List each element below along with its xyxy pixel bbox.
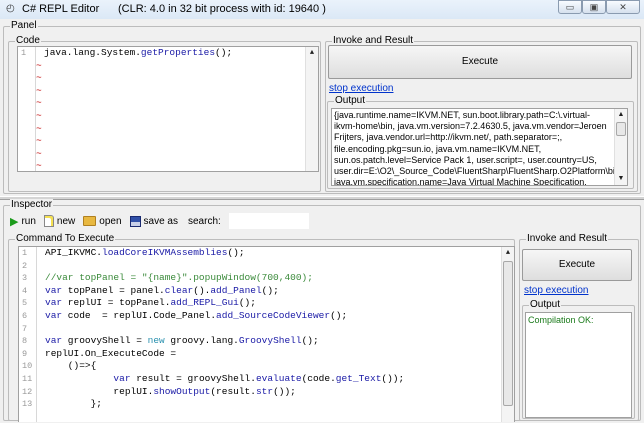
line-number: 9: [22, 348, 28, 359]
empty-line-marker: ~: [36, 59, 42, 71]
empty-line-marker: ~: [36, 147, 42, 159]
title-bar: ◴ C# REPL Editor (CLR: 4.0 in 32 bit pro…: [0, 0, 644, 19]
line-number: 1: [22, 248, 28, 258]
scroll-up-icon[interactable]: ▲: [502, 247, 514, 259]
output-text: Compilation OK:: [528, 315, 594, 325]
output-box[interactable]: Compilation OK:: [525, 312, 632, 418]
line-numbers: 1 2 3 4 5 6 7 8 9 10 11 12 13: [19, 247, 37, 422]
search-label: search:: [188, 215, 221, 227]
code-label: Code: [15, 35, 41, 46]
scroll-up-icon[interactable]: ▲: [306, 47, 318, 59]
line-number: 10: [22, 361, 33, 372]
play-icon: ▶: [10, 215, 19, 228]
code-scrollbar[interactable]: ▲: [305, 47, 318, 171]
code-line: var topPanel = panel.clear().add_Panel()…: [45, 284, 279, 296]
empty-line-marker: ~: [36, 97, 42, 109]
execute-button[interactable]: Execute: [328, 45, 632, 79]
code-line: var code = replUI.Code_Panel.add_SourceC…: [45, 309, 348, 321]
command-editor[interactable]: 1 2 3 4 5 6 7 8 9 10 11 12 13 API_IKVMC.loadCoreIKVM…: [18, 246, 515, 422]
search-input[interactable]: [228, 213, 309, 229]
save-as-label: save as: [143, 215, 178, 227]
window-subtitle: (CLR: 4.0 in 32 bit process with id: 196…: [118, 3, 326, 15]
line-number: 7: [22, 323, 28, 334]
inspector-label: Inspector: [10, 199, 54, 210]
line-numbers: 1: [18, 47, 36, 171]
new-label: new: [56, 215, 76, 227]
command-group: Command To Execute 1 2 3 4 5 6 7 8 9 10 11 12 13 API…: [8, 233, 515, 422]
save-icon: [129, 215, 141, 227]
inspector-toolbar: ▶ run new open save as search:: [10, 212, 309, 230]
maximize-button[interactable]: ▣: [582, 0, 606, 14]
open-button[interactable]: open: [83, 215, 122, 227]
empty-line-marker: ~: [36, 135, 42, 147]
open-label: open: [99, 215, 122, 227]
stop-execution-link[interactable]: stop execution: [329, 83, 394, 94]
code-line: java.lang.System.getProperties();: [44, 47, 233, 58]
empty-line-marker: ~: [36, 160, 42, 172]
invoke-result-label: Invoke and Result: [526, 233, 609, 244]
output-label: Output: [529, 299, 562, 310]
stop-execution-link[interactable]: stop execution: [524, 285, 589, 296]
empty-line-marker: ~: [36, 109, 42, 121]
code-line: var result = groovyShell.evaluate(code.g…: [113, 372, 405, 384]
minimize-button[interactable]: ▭: [558, 0, 582, 14]
line-number: 12: [22, 386, 33, 397]
line-number: 2: [22, 260, 28, 271]
output-scrollbar[interactable]: ▲ ▼: [614, 109, 627, 185]
scroll-down-icon[interactable]: ▼: [615, 173, 627, 185]
line-number: 1: [21, 48, 27, 58]
empty-line-marker: ~: [36, 72, 42, 84]
scroll-up-icon[interactable]: ▲: [615, 109, 627, 121]
line-number: 13: [22, 399, 33, 410]
code-group: Code 1 java.lang.System.getProperties();…: [8, 35, 321, 192]
scroll-thumb[interactable]: [616, 122, 626, 136]
save-as-button[interactable]: save as: [129, 215, 178, 227]
empty-line-marker: ~: [36, 84, 42, 96]
line-number: 5: [22, 298, 28, 309]
window-title: C# REPL Editor: [22, 3, 100, 15]
code-line: replUI.On_ExecuteCode =: [45, 347, 177, 359]
output-box[interactable]: {java.runtime.name=IKVM.NET, sun.boot.li…: [331, 108, 628, 186]
code-text[interactable]: java.lang.System.getProperties(); ~ ~ ~ ~ ~ ~ ~…: [36, 47, 304, 171]
code-line: var groovyShell = new groovy.lang.Groovy…: [45, 335, 319, 347]
close-button[interactable]: ✕: [606, 0, 640, 14]
panel-label: Panel: [10, 20, 38, 31]
app-icon: ◴: [6, 3, 15, 14]
line-number: 3: [22, 273, 28, 284]
folder-icon: [83, 216, 97, 226]
line-number: 8: [22, 336, 28, 347]
line-number: 4: [22, 285, 28, 296]
run-label: run: [21, 215, 36, 227]
code-text[interactable]: API_IKVMC.loadCoreIKVMAssemblies(); //var…: [45, 247, 500, 411]
code-line: API_IKVMC.loadCoreIKVMAssemblies();: [45, 247, 245, 258]
line-number: 6: [22, 310, 28, 321]
command-label: Command To Execute: [15, 233, 116, 244]
code-line: ()=>{: [45, 360, 97, 372]
output-text: {java.runtime.name=IKVM.NET, sun.boot.li…: [334, 110, 628, 186]
code-line: };: [45, 398, 103, 410]
code-line: replUI.showOutput(result.str());: [45, 385, 296, 397]
execute-button[interactable]: Execute: [522, 249, 632, 281]
line-number: 11: [22, 373, 33, 384]
new-file-icon: [43, 215, 54, 227]
new-button[interactable]: new: [43, 215, 76, 227]
code-line: var replUI = topPanel.add_REPL_Gui();: [45, 297, 256, 309]
splitter[interactable]: [0, 196, 644, 200]
code-editor[interactable]: 1 java.lang.System.getProperties(); ~ ~ ~ ~ ~…: [17, 46, 319, 172]
output-label: Output: [334, 95, 367, 106]
command-scrollbar[interactable]: ▲: [501, 247, 514, 422]
empty-line-marker: ~: [36, 122, 42, 134]
code-line: //var topPanel = "{name}".popupWindow(70…: [45, 272, 313, 284]
run-button[interactable]: ▶ run: [10, 215, 36, 228]
scroll-thumb[interactable]: [503, 261, 513, 406]
